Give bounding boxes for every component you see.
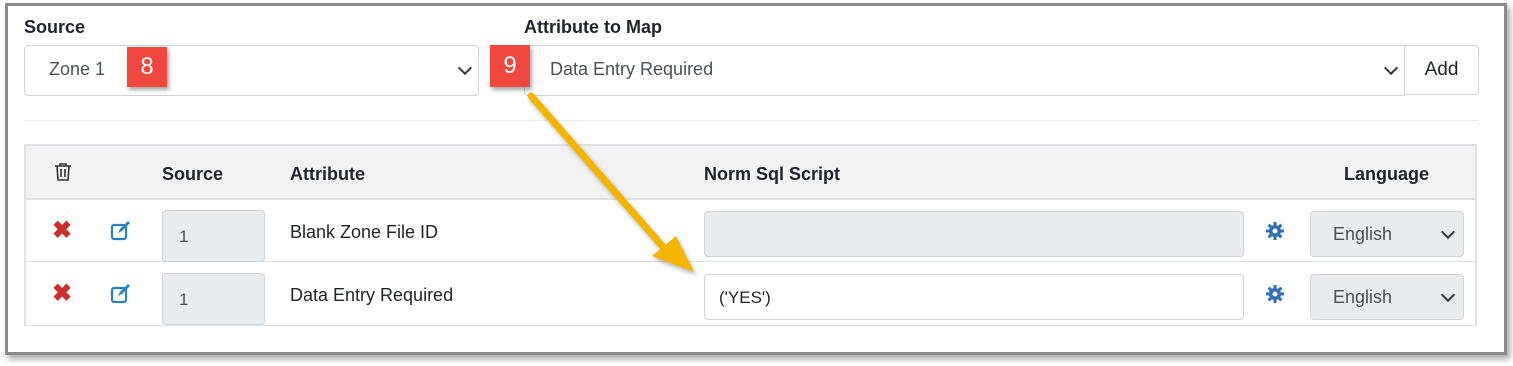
annotation-arrow — [527, 92, 694, 272]
